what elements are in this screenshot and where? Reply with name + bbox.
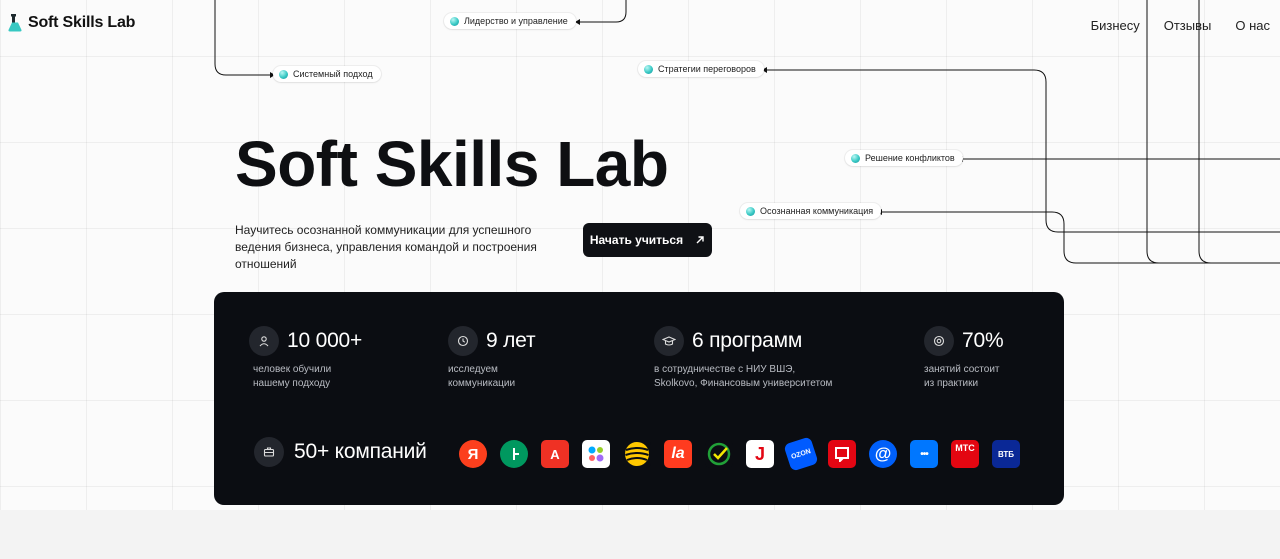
alfa-bank-logo-text: А	[550, 446, 560, 462]
lukoil-logo-text: J	[754, 443, 765, 464]
stat-description: в сотрудничестве с НИУ ВШЭ,	[654, 364, 796, 375]
nav-business[interactable]: Бизнесу	[1091, 18, 1140, 33]
hero-title: Soft Skills Lab	[235, 128, 669, 200]
mail-ru-logo-text: @	[874, 444, 892, 463]
clock-icon	[448, 326, 478, 356]
lukoil-logo: J	[746, 440, 774, 468]
page-background: Soft Skills Lab Бизнесу Отзывы О нас Лид…	[0, 0, 1280, 510]
stat-description: нашему подходу	[253, 378, 331, 389]
stat-programs: 6 программ в сотрудничестве с НИУ ВШЭ, S…	[654, 326, 832, 391]
vk-logo-text: •••	[920, 448, 928, 460]
lamoda-logo-text: la	[671, 445, 685, 462]
avito-logo	[582, 440, 610, 468]
flask-icon	[8, 14, 22, 32]
stat-value: 10 000+	[287, 329, 363, 352]
alfa-bank-logo: А	[541, 440, 569, 468]
vk-logo: •••	[910, 440, 938, 468]
nav-about[interactable]: О нас	[1235, 18, 1270, 33]
megafon-logo	[500, 440, 528, 468]
skill-tag-label: Решение конфликтов	[865, 153, 955, 163]
stat-trained: 10 000+ человек обучили нашему подходу	[249, 326, 362, 391]
skill-tag-label: Стратегии переговоров	[658, 64, 756, 74]
stat-description: Skolkovo, Финансовым университетом	[654, 378, 833, 389]
dot-icon	[851, 153, 860, 163]
dot-icon	[746, 206, 755, 216]
companies-stat: 50+ компаний	[254, 437, 427, 467]
skill-tag-label: Лидерство и управление	[464, 16, 568, 26]
logo-text: Soft Skills Lab	[28, 14, 136, 31]
skill-tag-conflict: Решение конфликтов	[845, 150, 963, 166]
site-logo[interactable]: Soft Skills Lab	[8, 14, 135, 32]
hero-description: Научитесь осознанной коммуникации для ус…	[235, 223, 537, 271]
yandex-logo-text: Я	[467, 445, 479, 463]
skill-tag-label: Системный подход	[293, 69, 373, 79]
skill-tag-leadership: Лидерство и управление	[444, 13, 576, 29]
mail-ru-logo: @	[869, 440, 897, 468]
ozon-logo: OZON	[783, 436, 819, 472]
sber-logo	[705, 440, 733, 468]
dot-icon	[644, 64, 653, 74]
target-icon	[924, 326, 954, 356]
vtb-logo-text: ВТБ	[997, 449, 1015, 459]
main-nav: Бизнесу Отзывы О нас	[1091, 18, 1270, 33]
sportmaster-logo	[828, 440, 856, 468]
dot-icon	[450, 16, 459, 26]
yandex-logo: Я	[459, 440, 487, 468]
stat-value: 70%	[962, 329, 1004, 352]
stats-panel: 10 000+ человек обучили нашему подходу 9…	[214, 292, 1064, 505]
mts-logo-text: МТС	[955, 443, 975, 453]
stat-value: 9 лет	[486, 329, 536, 352]
user-icon	[249, 326, 279, 356]
mts-logo: МТС	[951, 440, 979, 468]
footer-strip	[0, 510, 1280, 559]
skill-tag-system: Системный подход	[273, 66, 381, 82]
arrow-up-right-icon	[696, 236, 704, 244]
ozon-logo-text: OZON	[790, 447, 812, 461]
vtb-logo: ВТБ	[992, 440, 1020, 468]
dot-icon	[279, 69, 288, 79]
beeline-logo	[623, 440, 651, 468]
lamoda-logo: la	[664, 440, 692, 468]
company-logos: Я Аla J OZON @ ••• МТС ВТБ	[459, 436, 1020, 472]
stat-description: из практики	[924, 378, 979, 389]
stat-years: 9 лет исследуем коммуникации	[448, 326, 536, 391]
stat-description: коммуникации	[448, 378, 516, 389]
graduation-cap-icon	[654, 326, 684, 356]
stat-description: человек обучили	[253, 364, 332, 375]
stat-value: 6 программ	[692, 329, 803, 352]
briefcase-icon	[254, 437, 284, 467]
stat-description: исследуем	[448, 364, 498, 375]
companies-count: 50+ компаний	[294, 440, 427, 463]
start-learning-button[interactable]: Начать учиться	[583, 223, 712, 257]
skill-tag-mindful: Осознанная коммуникация	[740, 203, 882, 219]
skill-tag-negotiation: Стратегии переговоров	[638, 61, 764, 77]
skill-tag-label: Осознанная коммуникация	[760, 206, 874, 216]
nav-reviews[interactable]: Отзывы	[1164, 18, 1212, 33]
stat-description: занятий состоит	[924, 364, 1000, 375]
stat-practice: 70% занятий состоит из практики	[924, 326, 1004, 391]
start-learning-label: Начать учиться	[589, 233, 684, 247]
